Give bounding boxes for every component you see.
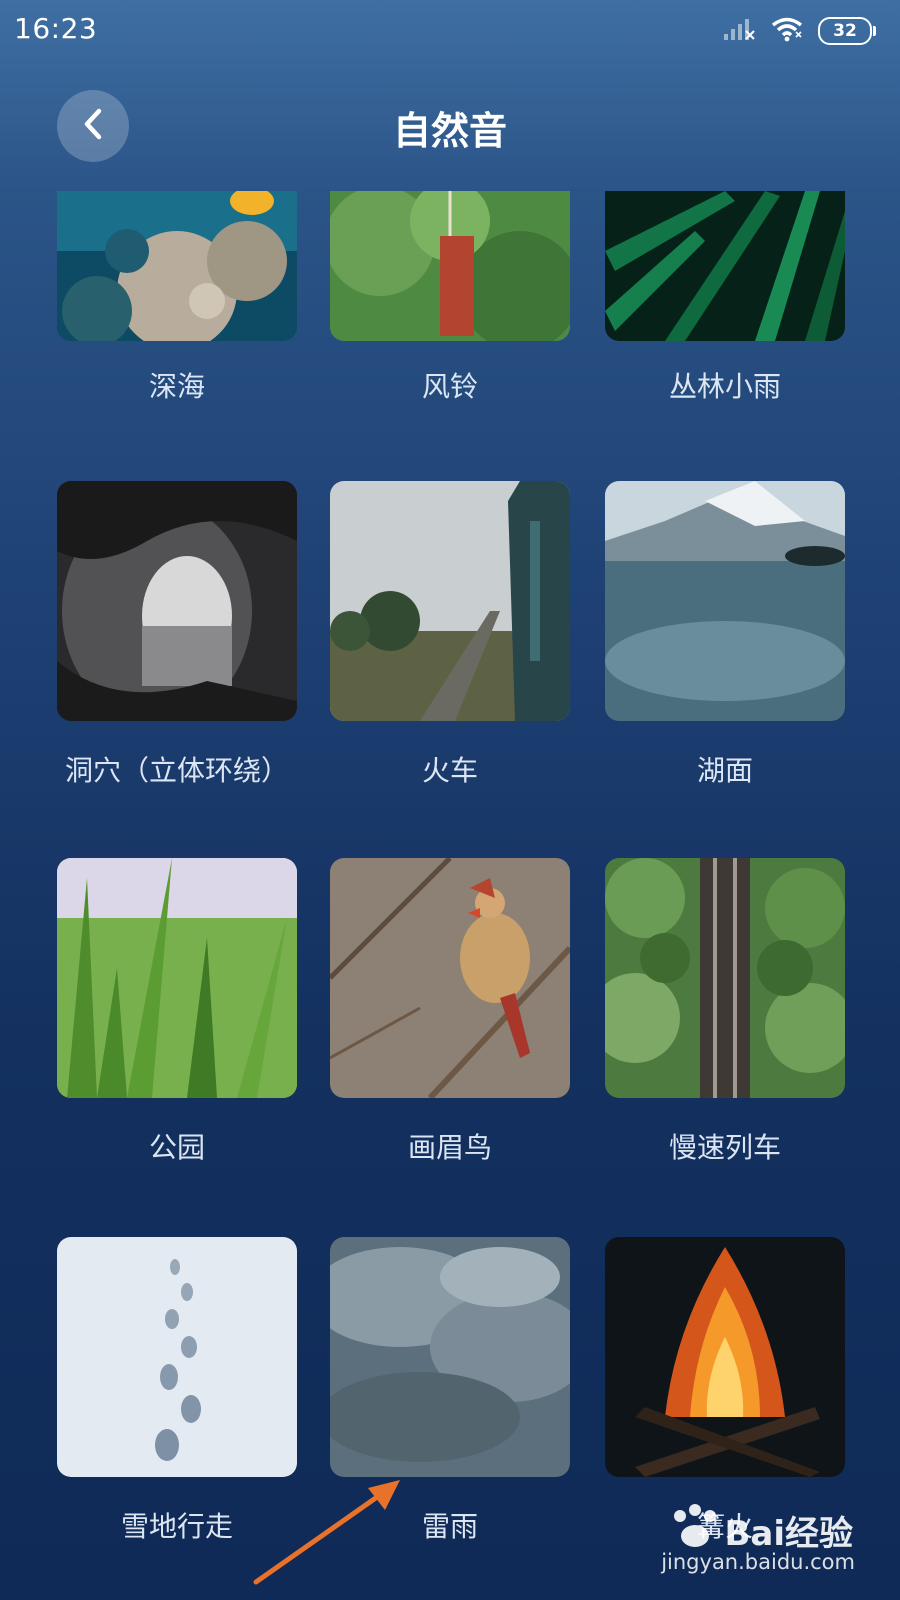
tile-label: 画眉鸟 — [407, 1131, 492, 1164]
watermark-brand: Bai经验 — [724, 1514, 853, 1554]
tile-label: 洞穴（立体环绕） — [64, 754, 289, 787]
sound-tile-train[interactable]: 火车 — [330, 481, 570, 787]
battery-icon: 32 — [818, 17, 876, 45]
train-thumbnail — [330, 481, 570, 721]
jungle-rain-thumbnail — [605, 191, 845, 341]
page-title: 自然音 — [392, 109, 507, 153]
sound-tile-deep-sea[interactable]: 深海 — [57, 191, 297, 403]
deep-sea-thumbnail — [57, 191, 297, 341]
sound-tile-lake[interactable]: 湖面 — [605, 481, 845, 787]
sound-tile-cave[interactable]: 洞穴（立体环绕） — [57, 481, 297, 787]
tile-label: 慢速列车 — [668, 1131, 781, 1164]
sound-tile-snow-walk[interactable]: 雪地行走 — [57, 1237, 297, 1543]
sound-tile-park[interactable]: 公园 — [57, 858, 297, 1164]
thrush-thumbnail — [330, 858, 570, 1098]
paw-logo-icon — [665, 1502, 725, 1556]
sound-tile-jungle-rain[interactable]: 丛林小雨 — [605, 191, 845, 403]
status-time: 16:23 — [14, 12, 98, 45]
wifi-icon — [770, 16, 804, 46]
thunderstorm-thumbnail — [330, 1237, 570, 1477]
tile-label: 丛林小雨 — [668, 370, 781, 403]
lake-thumbnail — [605, 481, 845, 721]
watermark-url: jingyan.baidu.com — [661, 1550, 855, 1574]
tile-label: 深海 — [148, 370, 205, 403]
tile-label: 湖面 — [696, 754, 753, 787]
tile-label: 风铃 — [421, 370, 478, 403]
tile-label: 火车 — [421, 754, 478, 787]
cave-thumbnail — [57, 481, 297, 721]
sound-tile-slow-train[interactable]: 慢速列车 — [605, 858, 845, 1164]
wind-chime-thumbnail — [330, 191, 570, 341]
sound-tile-thunderstorm[interactable]: 雷雨 — [330, 1237, 570, 1543]
annotation-arrow-icon — [250, 1470, 410, 1594]
sound-tile-campfire[interactable]: 篝火 — [605, 1237, 845, 1543]
sound-tile-thrush[interactable]: 画眉鸟 — [330, 858, 570, 1164]
campfire-thumbnail — [605, 1237, 845, 1477]
park-thumbnail — [57, 858, 297, 1098]
slow-train-thumbnail — [605, 858, 845, 1098]
status-icons: 32 — [722, 14, 876, 48]
baidu-jingyan-watermark: Bai经验 jingyan.baidu.com — [661, 1502, 855, 1587]
snow-walk-thumbnail — [57, 1237, 297, 1477]
sound-tile-wind-chime[interactable]: 风铃 — [330, 191, 570, 403]
cellular-signal-off-icon — [722, 16, 756, 46]
tile-label: 公园 — [148, 1131, 205, 1164]
status-bar: 16:23 32 — [0, 0, 900, 62]
